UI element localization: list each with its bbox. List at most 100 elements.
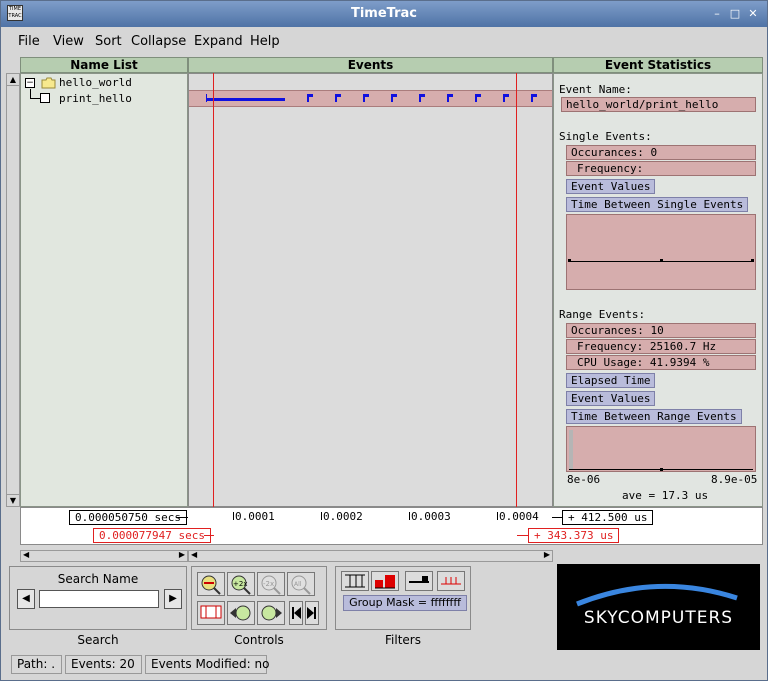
- search-prev-button[interactable]: ◀: [17, 589, 35, 609]
- minimize-button[interactable]: –: [709, 6, 725, 22]
- cursor-time-readout: 0.000077947 secs: [93, 528, 211, 543]
- filter-cpu-button[interactable]: [371, 571, 399, 591]
- menu-expand[interactable]: Expand: [194, 34, 243, 49]
- close-button[interactable]: ✕: [745, 6, 761, 22]
- scroll-left-icon[interactable]: ◀: [23, 550, 29, 559]
- event-flag-icon: [307, 94, 313, 97]
- range-events-label: Range Events:: [559, 308, 646, 321]
- left-cursor-line[interactable]: [213, 73, 214, 543]
- controls-panel: +2x -2x All: [191, 566, 327, 630]
- zoom-to-range-button[interactable]: [197, 572, 225, 596]
- scroll-left-icon[interactable]: ◀: [191, 550, 197, 559]
- filters-section-label: Filters: [385, 633, 421, 647]
- event-values-button[interactable]: Event Values: [566, 179, 656, 194]
- cpu-usage: CPU Usage: 41.9394 %: [566, 355, 756, 370]
- event-name-label: Event Name:: [559, 83, 632, 96]
- event-flag-icon: [475, 94, 481, 97]
- event-statistics-panel: Event Name: hello_world/print_hello Sing…: [553, 73, 763, 507]
- histogram-min-label: 8e-06: [567, 473, 601, 486]
- group-mask-button[interactable]: Group Mask = ffffffff: [343, 595, 467, 611]
- time-between-single-events-button[interactable]: Time Between Single Events: [566, 197, 749, 212]
- tree-item-print-hello[interactable]: print_hello: [59, 92, 132, 105]
- status-events: Events: 20: [65, 655, 142, 674]
- folder-icon: [41, 77, 56, 89]
- skip-start-icon: [292, 607, 301, 619]
- axis-tick-label: 0.0004: [499, 510, 539, 523]
- scroll-down-icon[interactable]: ▼: [7, 494, 19, 506]
- clock-back-icon: [230, 605, 251, 621]
- zoom-out-2x-button[interactable]: -2x: [257, 572, 285, 596]
- name-list-hscroll[interactable]: ◀ ▶: [20, 550, 188, 562]
- range-event-values-button[interactable]: Event Values: [566, 391, 656, 406]
- event-flag-icon: [447, 94, 453, 97]
- zoom-all-button[interactable]: All: [287, 572, 315, 596]
- pan-back-button[interactable]: [227, 601, 255, 625]
- name-list-panel: − hello_world print_hello: [20, 73, 188, 507]
- cursor-range-button[interactable]: [197, 601, 225, 625]
- prev-icon: ◀: [22, 593, 30, 604]
- range-events-histogram: [566, 426, 756, 472]
- zoom-out-icon: -2x: [261, 575, 281, 595]
- events-hscroll[interactable]: ◀ ▶: [188, 550, 553, 562]
- menu-bar: File View Sort Collapse Expand Help: [5, 29, 763, 55]
- menu-sort[interactable]: Sort: [95, 34, 122, 49]
- axis-tick-label: 0.0001: [235, 510, 275, 523]
- zoom-in-2x-button[interactable]: +2x: [227, 572, 255, 596]
- scroll-right-icon[interactable]: ▶: [179, 550, 185, 559]
- axis-tick-label: 0.0002: [323, 510, 363, 523]
- svg-text:All: All: [294, 581, 302, 588]
- go-first-button[interactable]: [289, 601, 303, 625]
- flag-line-icon: [409, 576, 429, 583]
- elapsed-time-button[interactable]: Elapsed Time: [566, 373, 656, 388]
- right-cursor-line[interactable]: [516, 73, 517, 543]
- columns-icon: [345, 574, 365, 588]
- tree-item-hello-world[interactable]: hello_world: [59, 76, 132, 89]
- filter-lines-button[interactable]: [341, 571, 369, 591]
- right-readout-connector: [552, 517, 562, 518]
- time-between-range-events-button[interactable]: Time Between Range Events: [566, 409, 742, 424]
- event-name-value: hello_world/print_hello: [561, 97, 756, 112]
- right-delta-readout: + 412.500 us: [562, 510, 654, 525]
- event-row-print-hello[interactable]: [189, 90, 552, 107]
- search-next-button[interactable]: ▶: [164, 589, 182, 609]
- cpu-chart-icon: [375, 575, 395, 589]
- name-list-scrollbar[interactable]: ▲ ▼: [6, 73, 20, 507]
- cursor-range-icon: [200, 605, 222, 619]
- tree-collapse-toggle[interactable]: −: [25, 78, 35, 88]
- controls-section-label: Controls: [234, 633, 284, 647]
- filter-range-button[interactable]: [437, 571, 465, 591]
- event-statistics-header: Event Statistics: [553, 57, 763, 73]
- next-icon: ▶: [169, 593, 177, 604]
- menu-collapse[interactable]: Collapse: [131, 34, 186, 49]
- menu-view[interactable]: View: [53, 34, 84, 49]
- search-input[interactable]: [39, 590, 159, 608]
- tree-connector: [30, 89, 31, 98]
- zoom-in-icon: +2x: [231, 575, 251, 595]
- events-timeline[interactable]: [188, 73, 553, 507]
- event-flag-icon: [503, 94, 509, 97]
- single-occurances: Occurances: 0: [566, 145, 756, 160]
- event-marks: [206, 94, 537, 102]
- event-flag-icon: [363, 94, 369, 97]
- range-frequency: Frequency: 25160.7 Hz: [566, 339, 756, 354]
- axis-tick-label: 0.0003: [411, 510, 451, 523]
- scroll-right-icon[interactable]: ▶: [544, 550, 550, 559]
- single-events-plot: [566, 214, 756, 290]
- search-panel: Search Name ◀ ▶: [9, 566, 187, 630]
- zoom-range-icon: [201, 575, 221, 595]
- title-bar[interactable]: TIME TRAC TimeTrac – □ ✕: [1, 1, 767, 27]
- tree-leaf-box[interactable]: [40, 93, 50, 103]
- histogram-max-label: 8.9e-05: [711, 473, 758, 486]
- window-title: TimeTrac: [350, 6, 417, 21]
- clock-forward-icon: [261, 605, 282, 621]
- maximize-button[interactable]: □: [727, 6, 743, 22]
- filter-single-button[interactable]: [405, 571, 433, 591]
- left-readout-connector: [176, 517, 188, 518]
- menu-help[interactable]: Help: [250, 34, 280, 49]
- name-list-header: Name List: [20, 57, 188, 73]
- go-last-button[interactable]: [305, 601, 319, 625]
- scroll-up-icon[interactable]: ▲: [7, 74, 19, 86]
- menu-file[interactable]: File: [18, 34, 40, 49]
- event-range-bar: [206, 98, 285, 101]
- pan-forward-button[interactable]: [257, 601, 285, 625]
